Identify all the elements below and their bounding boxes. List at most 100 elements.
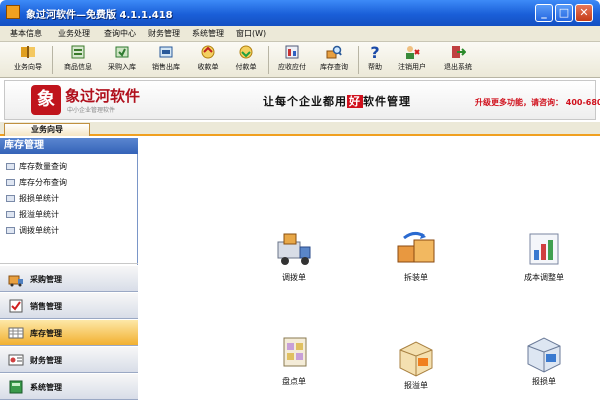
menu-window[interactable]: 窗口(W) bbox=[236, 28, 266, 39]
function-damage-order[interactable]: 报损单 bbox=[504, 334, 584, 387]
brand-name: 象过河软件 bbox=[65, 87, 141, 105]
brand-subtitle: 中小企业管理软件 bbox=[67, 107, 116, 114]
sales-icon bbox=[159, 46, 173, 58]
inventory-report-list: 库存数量查询 库存分布查询 报损单统计 报溢单统计 调拨单统计 bbox=[0, 156, 138, 264]
left-panel-header: 库存管理 bbox=[0, 138, 138, 154]
upgrade-hotline: 升级更多功能，请咨询： 400-680-1163 bbox=[475, 98, 600, 107]
slogan-text-pre: 让每个企业都用 bbox=[263, 95, 347, 108]
nav-label: 库存管理 bbox=[30, 329, 62, 338]
function-stocktake-order[interactable]: 盘点单 bbox=[254, 334, 334, 387]
system-nav-icon bbox=[9, 380, 23, 394]
slogan-text-post: 软件管理 bbox=[363, 95, 411, 108]
nav-label: 销售管理 bbox=[30, 302, 62, 311]
inventory-nav-icon bbox=[8, 327, 24, 339]
function-assembly-order[interactable]: 拆装单 bbox=[376, 230, 456, 283]
nav-inventory[interactable]: 库存管理 bbox=[0, 319, 138, 346]
brand-slogan: 让每个企业都用好软件管理 bbox=[263, 93, 411, 109]
menu-business[interactable]: 业务处理 bbox=[58, 28, 90, 39]
maximize-button[interactable]: □ bbox=[555, 4, 573, 22]
slogan-highlight: 好 bbox=[347, 95, 363, 108]
ledger-icon bbox=[285, 45, 299, 59]
menu-basic-info[interactable]: 基本信息 bbox=[10, 28, 42, 39]
list-item-stock-distribution[interactable]: 库存分布查询 bbox=[6, 176, 67, 190]
nav-sales[interactable]: 销售管理 bbox=[0, 292, 138, 319]
report-icon bbox=[6, 211, 15, 218]
toolbar-receipt-button[interactable]: 收款单 bbox=[190, 44, 226, 76]
nav-purchase[interactable]: 采购管理 bbox=[0, 265, 138, 292]
brand-banner: 象 象过河软件 中小企业管理软件 让每个企业都用好软件管理 升级更多功能，请咨询… bbox=[4, 80, 600, 120]
toolbar-stock-query-button[interactable]: 库存查询 bbox=[314, 44, 354, 76]
list-item-label: 调拨单统计 bbox=[19, 226, 59, 235]
report-icon bbox=[6, 179, 15, 186]
nav-system[interactable]: 系统管理 bbox=[0, 373, 138, 400]
nav-label: 财务管理 bbox=[30, 356, 62, 365]
toolbar-logout-user-button[interactable]: 注销用户 bbox=[392, 44, 432, 76]
toolbar-separator bbox=[268, 46, 269, 74]
nav-label: 系统管理 bbox=[30, 383, 62, 392]
receipt-icon bbox=[201, 45, 215, 59]
left-panel: 库存管理 库存数量查询 库存分布查询 报损单统计 报溢单统计 调拨单统计 采购管… bbox=[0, 138, 138, 400]
purchase-nav-icon bbox=[8, 275, 23, 287]
cost-adjust-chart-icon bbox=[529, 233, 559, 265]
toolbar-wizard-button[interactable]: 业务向导 bbox=[8, 44, 48, 76]
list-item-label: 库存数量查询 bbox=[19, 162, 67, 171]
toolbar-help-button[interactable]: ? 帮助 bbox=[362, 44, 388, 76]
menu-finance[interactable]: 财务管理 bbox=[148, 28, 180, 39]
tab-strip: 业务向导 bbox=[0, 122, 600, 136]
brand-logo-icon: 象 bbox=[31, 85, 61, 115]
nav-finance[interactable]: 财务管理 bbox=[0, 346, 138, 373]
toolbar-purchase-button[interactable]: 采购入库 bbox=[102, 44, 142, 76]
logout-user-icon bbox=[406, 46, 420, 59]
list-item-damage-stats[interactable]: 报损单统计 bbox=[6, 192, 59, 206]
stock-query-icon bbox=[326, 45, 342, 59]
nav-label: 采购管理 bbox=[30, 275, 62, 284]
list-item-label: 报溢单统计 bbox=[19, 210, 59, 219]
report-icon bbox=[6, 195, 15, 202]
toolbar-exit-button[interactable]: 退出系统 bbox=[438, 44, 478, 76]
title-bar[interactable]: 象过河软件—免费版 4.1.1.418 _ □ ✕ bbox=[0, 0, 600, 26]
tab-business-wizard[interactable]: 业务向导 bbox=[4, 123, 90, 136]
function-label: 调拨单 bbox=[282, 273, 306, 282]
function-label: 盘点单 bbox=[282, 377, 306, 386]
toolbar-payment-button[interactable]: 付款单 bbox=[228, 44, 264, 76]
menu-bar: 基本信息 业务处理 查询中心 财务管理 系统管理 窗口(W) bbox=[0, 26, 600, 42]
toolbar-separator bbox=[52, 46, 53, 74]
main-workspace: 调拨单 拆装单 成本调整单 盘点单 报溢单 报损单 bbox=[139, 138, 600, 400]
toolbar-goods-button[interactable]: 商品信息 bbox=[58, 44, 98, 76]
exit-icon bbox=[452, 46, 466, 58]
toolbar-ledger-button[interactable]: 应收应付 bbox=[272, 44, 312, 76]
function-overflow-order[interactable]: 报溢单 bbox=[376, 338, 456, 391]
minimize-button[interactable]: _ bbox=[535, 4, 553, 22]
overflow-box-icon bbox=[399, 341, 433, 377]
function-label: 报损单 bbox=[532, 377, 556, 386]
list-item-label: 报损单统计 bbox=[19, 194, 59, 203]
function-cost-adjustment[interactable]: 成本调整单 bbox=[504, 230, 584, 283]
damage-box-icon bbox=[527, 337, 561, 373]
menu-query-center[interactable]: 查询中心 bbox=[104, 28, 136, 39]
app-window: 象过河软件—免费版 4.1.1.418 _ □ ✕ 基本信息 业务处理 查询中心… bbox=[0, 0, 600, 400]
function-label: 报溢单 bbox=[404, 381, 428, 390]
report-icon bbox=[6, 163, 15, 170]
help-icon: ? bbox=[370, 44, 379, 60]
function-label: 成本调整单 bbox=[524, 273, 564, 282]
transfer-truck-icon bbox=[277, 233, 311, 265]
window-title: 象过河软件—免费版 4.1.1.418 bbox=[26, 10, 173, 21]
goods-icon bbox=[71, 45, 85, 59]
svg-text:?: ? bbox=[370, 44, 379, 60]
report-icon bbox=[6, 227, 15, 234]
purchase-icon bbox=[115, 46, 129, 58]
wizard-icon bbox=[21, 46, 35, 58]
function-label: 拆装单 bbox=[404, 273, 428, 282]
assembly-boxes-icon bbox=[397, 231, 435, 263]
payment-icon bbox=[239, 45, 253, 59]
list-item-overflow-stats[interactable]: 报溢单统计 bbox=[6, 208, 59, 222]
toolbar-sales-button[interactable]: 销售出库 bbox=[146, 44, 186, 76]
sales-nav-icon bbox=[9, 299, 23, 313]
close-button[interactable]: ✕ bbox=[575, 4, 593, 22]
function-transfer-order[interactable]: 调拨单 bbox=[254, 230, 334, 283]
list-item-label: 库存分布查询 bbox=[19, 178, 67, 187]
list-item-stock-quantity[interactable]: 库存数量查询 bbox=[6, 160, 67, 174]
stocktake-icon bbox=[283, 337, 307, 367]
list-item-transfer-stats[interactable]: 调拨单统计 bbox=[6, 224, 59, 238]
menu-system[interactable]: 系统管理 bbox=[192, 28, 224, 39]
